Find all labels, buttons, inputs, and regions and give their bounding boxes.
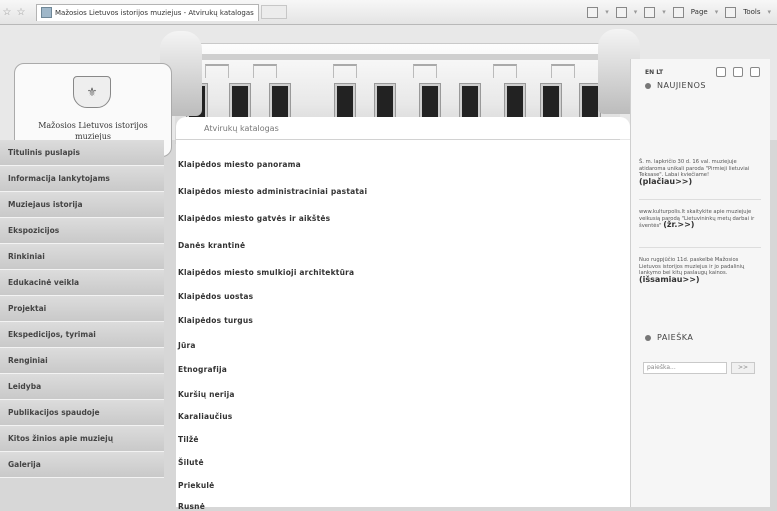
print-icon[interactable]: [644, 6, 656, 18]
nav-item[interactable]: Ekspozicijos: [0, 218, 164, 244]
dropdown-arrow-icon[interactable]: ▾: [605, 8, 609, 16]
news-item: Nuo rugpjūčio 11d. paskelbė Mažosios Lie…: [639, 257, 761, 284]
main-navigation: Titulinis puslapis Informacija lankytoja…: [0, 140, 164, 507]
catalog-link[interactable]: Klaipėdos turgus: [178, 316, 253, 325]
catalog-link[interactable]: Priekulė: [178, 481, 214, 490]
news-more-link[interactable]: (plačiau>>): [639, 177, 692, 186]
mail-icon[interactable]: [733, 67, 743, 77]
catalog-link[interactable]: Klaipėdos miesto panorama: [178, 160, 301, 169]
catalog-link[interactable]: Klaipėdos miesto gatvės ir aikštės: [178, 214, 330, 223]
search-button[interactable]: >>: [731, 362, 755, 374]
nav-item[interactable]: Muziejaus istorija: [0, 192, 164, 218]
dropdown-arrow-icon[interactable]: ▾: [662, 8, 666, 16]
language-switcher[interactable]: EN LT: [645, 69, 663, 76]
nav-item[interactable]: Informacija lankytojams: [0, 166, 164, 192]
catalog-link[interactable]: Karaliaučius: [178, 412, 232, 421]
content-header: Atvirukų katalogas: [176, 117, 630, 139]
news-text: Nuo rugpjūčio 11d. paskelbė Mažosios Lie…: [639, 257, 745, 276]
nav-item[interactable]: Rinkiniai: [0, 244, 164, 270]
search-title: PAIEŠKA: [657, 333, 694, 342]
catalog-link[interactable]: Kuršių nerija: [178, 390, 235, 399]
right-sidebar: EN LT NAUJIENOS Š. m. lapkričio 30 d. 16…: [630, 59, 770, 507]
add-favorites-icon[interactable]: ☆: [14, 7, 28, 18]
catalog-link[interactable]: Klaipėdos uostas: [178, 292, 253, 301]
bullet-icon: [645, 82, 651, 89]
news-more-link[interactable]: (žr.>>): [663, 220, 694, 229]
catalog-link[interactable]: Jūra: [178, 341, 196, 350]
catalog-link[interactable]: Klaipėdos miesto administraciniai pastat…: [178, 187, 367, 196]
home-icon[interactable]: [716, 67, 726, 77]
news-heading: NAUJIENOS: [645, 81, 706, 90]
nav-item[interactable]: Kitos žinios apie muziejų: [0, 426, 164, 452]
nav-item[interactable]: Publikacijos spaudoje: [0, 400, 164, 426]
dropdown-arrow-icon[interactable]: ▾: [634, 8, 638, 16]
bullet-icon: [645, 334, 651, 341]
catalog-link[interactable]: Klaipėdos miesto smulkioji architektūra: [178, 268, 354, 277]
catalog-link[interactable]: Tilžė: [178, 435, 199, 444]
nav-item[interactable]: Edukacinė veikla: [0, 270, 164, 296]
browser-tab[interactable]: Mažosios Lietuvos istorijos muziejus - A…: [36, 3, 259, 21]
coat-of-arms-icon: ⚜: [73, 76, 111, 108]
sitemap-icon[interactable]: [750, 67, 760, 77]
news-text: www.kulturpolis.lt skaitykite apie muzie…: [639, 209, 755, 229]
page-icon: [672, 6, 684, 18]
page-favicon-icon: [41, 7, 52, 18]
page-title: Atvirukų katalogas: [204, 124, 279, 133]
utility-icons: [716, 67, 760, 77]
news-text: Š. m. lapkričio 30 d. 16 val. muziejuje …: [639, 159, 750, 178]
museum-name: Mažosios Lietuvos istorijos muziejus: [38, 121, 148, 141]
tools-gear-icon: [725, 6, 737, 18]
nav-item[interactable]: Ekspedicijos, tyrimai: [0, 322, 164, 348]
catalog-link[interactable]: Šilutė: [178, 458, 204, 467]
web-page: ⚜ Mažosios Lietuvos istorijos muziejus T…: [0, 25, 777, 511]
home-icon[interactable]: [587, 6, 599, 18]
nav-item[interactable]: Titulinis puslapis: [0, 140, 164, 166]
nav-item[interactable]: Projektai: [0, 296, 164, 322]
nav-item[interactable]: Leidyba: [0, 374, 164, 400]
search-input[interactable]: paieška...: [643, 362, 727, 374]
page-menu[interactable]: Page: [691, 8, 708, 16]
tools-menu[interactable]: Tools: [743, 8, 760, 16]
catalog-list: Klaipėdos miesto panorama Klaipėdos mies…: [176, 140, 630, 511]
dropdown-arrow-icon[interactable]: ▾: [715, 8, 719, 16]
dropdown-arrow-icon[interactable]: ▾: [767, 8, 771, 16]
favorites-star-icon[interactable]: ☆: [0, 7, 14, 18]
tab-title: Mažosios Lietuvos istorijos muziejus - A…: [55, 8, 254, 17]
news-item: www.kulturpolis.lt skaitykite apie muzie…: [639, 209, 761, 230]
divider: [639, 199, 761, 200]
news-title: NAUJIENOS: [657, 81, 706, 90]
feeds-icon[interactable]: [615, 6, 627, 18]
browser-toolbar: ☆ ☆ Mažosios Lietuvos istorijos muziejus…: [0, 0, 777, 25]
news-more-link[interactable]: (išsamiau>>): [639, 275, 700, 284]
divider: [639, 247, 761, 248]
catalog-link[interactable]: Danės krantinė: [178, 241, 245, 250]
nav-item[interactable]: Galerija: [0, 452, 164, 478]
catalog-link[interactable]: Etnografija: [178, 365, 227, 374]
command-bar: ▾ ▾ ▾ Page ▾ Tools ▾: [587, 6, 777, 18]
nav-item[interactable]: Renginiai: [0, 348, 164, 374]
search-heading: PAIEŠKA: [645, 333, 693, 342]
news-item: Š. m. lapkričio 30 d. 16 val. muziejuje …: [639, 159, 761, 186]
new-tab-button[interactable]: [260, 5, 287, 19]
